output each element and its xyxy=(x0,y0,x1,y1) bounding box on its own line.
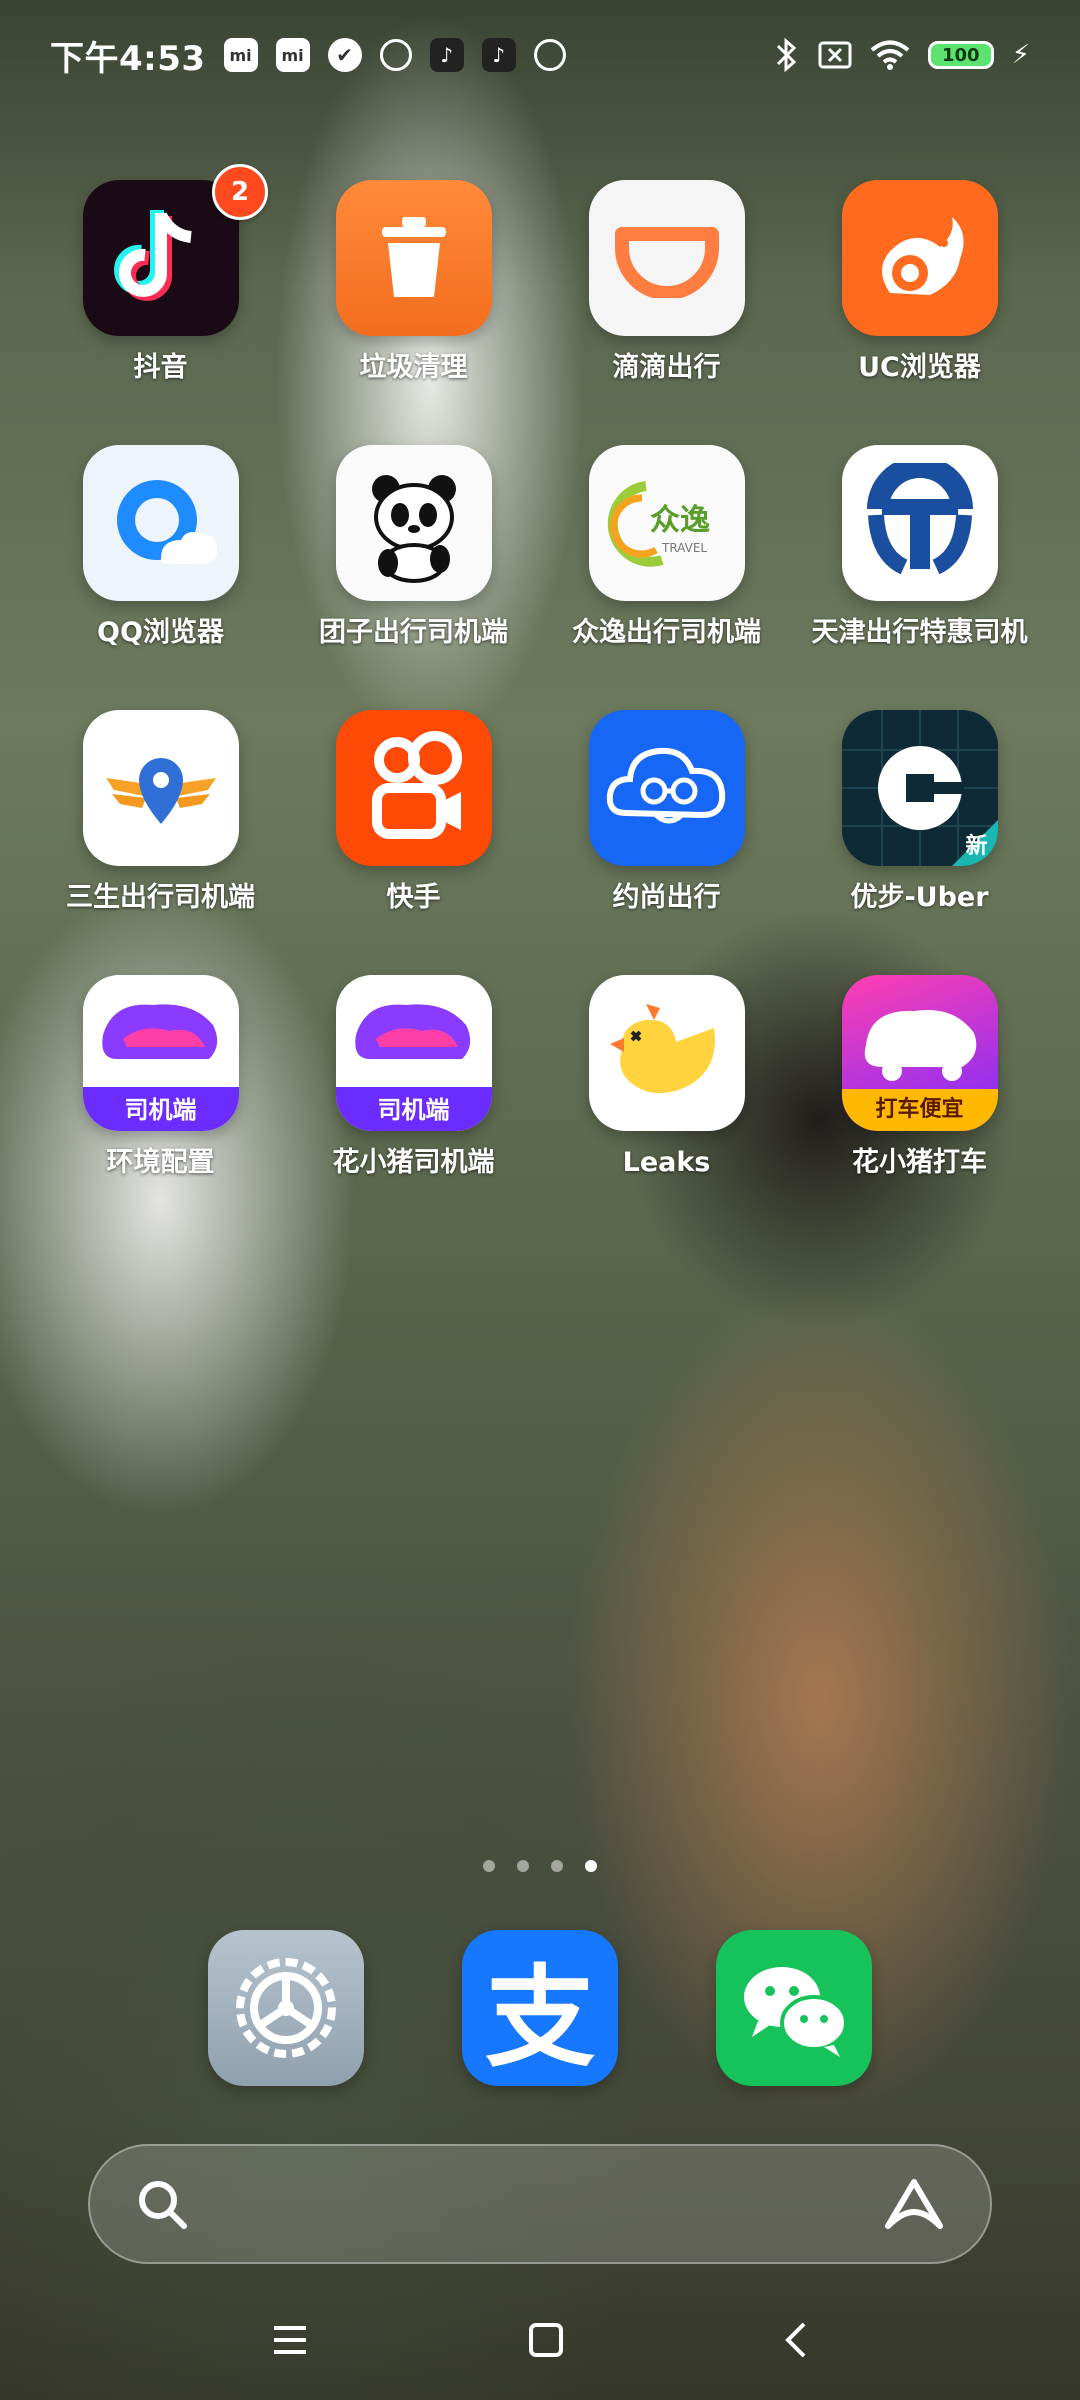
mi-notification-icon: mi xyxy=(223,38,258,72)
sync-notification-icon xyxy=(379,39,412,71)
app-label: 团子出行司机端 xyxy=(319,617,508,649)
app-label: UC浏览器 xyxy=(858,352,981,383)
qq-browser-icon xyxy=(82,445,239,602)
page-dot[interactable] xyxy=(517,1860,529,1872)
app-label: 天津出行特惠司机 xyxy=(811,617,1028,649)
app-env-config[interactable]: 司机端 环境配置 xyxy=(34,975,287,1180)
dock-app-alipay[interactable]: 支 xyxy=(462,1930,618,2086)
dock: 支 xyxy=(0,1930,1080,2086)
icon-subtext: TRAVEL xyxy=(661,541,707,555)
app-uber[interactable]: 新 优步-Uber xyxy=(793,710,1046,915)
icon-text: 众逸 xyxy=(650,503,710,538)
app-label: 花小猪司机端 xyxy=(332,1147,495,1179)
app-sansheng-driver[interactable]: 三生出行司机端 xyxy=(34,710,287,915)
app-tianjin-driver[interactable]: 天津出行特惠司机 xyxy=(793,445,1046,650)
dock-app-wechat[interactable] xyxy=(716,1930,872,2086)
app-tuanzi-driver[interactable]: 团子出行司机端 xyxy=(287,445,540,650)
settings-gear-icon xyxy=(208,1930,364,2086)
app-zhongyi-driver[interactable]: 众逸 TRAVEL 众逸出行司机端 xyxy=(540,445,793,650)
status-bar: 下午4:53 mi mi ✔ ♪ ♪ 100 ⚡ xyxy=(0,0,1080,110)
page-indicator[interactable] xyxy=(0,1860,1080,1872)
page-dot[interactable] xyxy=(483,1860,495,1872)
mi-notification-icon: mi xyxy=(275,38,310,72)
uber-icon: 新 xyxy=(841,710,998,867)
menu-icon[interactable] xyxy=(272,2324,308,2356)
panda-icon xyxy=(335,445,492,602)
pig-taxi-icon: 打车便宜 xyxy=(841,975,998,1132)
icon-text: 打车便宜 xyxy=(875,1097,964,1123)
app-uc-browser[interactable]: UC浏览器 xyxy=(793,180,1046,385)
pig-driver-icon: 司机端 xyxy=(335,975,492,1132)
back-icon[interactable] xyxy=(784,2320,808,2360)
notification-badge: 2 xyxy=(212,164,268,220)
app-yueshang[interactable]: 约尚出行 xyxy=(540,710,793,915)
app-leaks[interactable]: Leaks xyxy=(540,975,793,1180)
app-qq-browser[interactable]: QQ浏览器 xyxy=(34,445,287,650)
search-icon[interactable] xyxy=(134,2176,190,2232)
dock-app-settings[interactable] xyxy=(208,1930,364,2086)
bluetooth-icon xyxy=(776,37,796,73)
home-icon[interactable] xyxy=(528,2322,564,2358)
icon-text: 司机端 xyxy=(124,1096,197,1125)
new-tag: 新 xyxy=(965,834,988,860)
app-label: Leaks xyxy=(622,1147,711,1179)
app-douyin[interactable]: 2 抖音 xyxy=(34,164,287,385)
location-wings-icon xyxy=(82,710,239,867)
check-notification-icon: ✔ xyxy=(327,38,362,72)
no-sim-icon xyxy=(818,41,852,69)
app-junk-cleaner[interactable]: 垃圾清理 xyxy=(287,180,540,385)
pig-driver-icon: 司机端 xyxy=(82,975,239,1132)
app-huaxiaozhu-driver[interactable]: 司机端 花小猪司机端 xyxy=(287,975,540,1180)
icon-text: 司机端 xyxy=(377,1096,450,1125)
battery-indicator: 100 xyxy=(927,41,994,69)
page-dot-active[interactable] xyxy=(585,1860,597,1872)
didi-icon xyxy=(588,180,745,336)
app-label: 环境配置 xyxy=(106,1147,215,1179)
app-label: 三生出行司机端 xyxy=(66,882,255,914)
app-label: 优步-Uber xyxy=(850,882,989,914)
charging-bolt-icon: ⚡ xyxy=(1011,40,1030,70)
duck-icon xyxy=(588,975,745,1132)
app-label: 垃圾清理 xyxy=(359,352,468,383)
tiktok-notification-icon: ♪ xyxy=(481,38,516,72)
cloud-face-icon xyxy=(588,710,745,867)
trash-icon xyxy=(335,180,492,336)
zhongyi-icon: 众逸 TRAVEL xyxy=(588,445,745,602)
app-label: 快手 xyxy=(386,882,441,914)
icon-text: 支 xyxy=(485,1954,595,2082)
alipay-icon: 支 xyxy=(462,1930,618,2086)
status-time: 下午4:53 xyxy=(50,38,206,79)
app-kuaishou[interactable]: 快手 xyxy=(287,710,540,915)
assistant-icon[interactable] xyxy=(882,2176,946,2232)
app-huaxiaozhu-taxi[interactable]: 打车便宜 花小猪打车 xyxy=(793,975,1046,1180)
search-bar[interactable] xyxy=(88,2144,992,2264)
app-label: 众逸出行司机端 xyxy=(572,617,761,649)
tiktok-notification-icon: ♪ xyxy=(429,38,464,72)
app-label: 花小猪打车 xyxy=(852,1147,987,1179)
navigation-bar xyxy=(0,2300,1080,2380)
tianjin-icon xyxy=(841,445,998,602)
app-label: 滴滴出行 xyxy=(612,352,721,383)
app-didi[interactable]: 滴滴出行 xyxy=(540,180,793,385)
page-dot[interactable] xyxy=(551,1860,563,1872)
wifi-icon xyxy=(870,40,910,70)
app-label: 抖音 xyxy=(133,352,188,383)
app-label: 约尚出行 xyxy=(612,882,721,914)
wechat-icon xyxy=(716,1930,872,2086)
sync-notification-icon xyxy=(533,39,566,71)
kuaishou-icon xyxy=(335,710,492,867)
app-grid: 2 抖音 垃圾清理 滴滴出行 UC浏览器 QQ浏览器 团子出行司机端 众逸 TR… xyxy=(0,164,1080,1180)
uc-browser-icon xyxy=(841,180,998,336)
battery-level: 100 xyxy=(941,44,980,66)
app-label: QQ浏览器 xyxy=(97,617,224,649)
